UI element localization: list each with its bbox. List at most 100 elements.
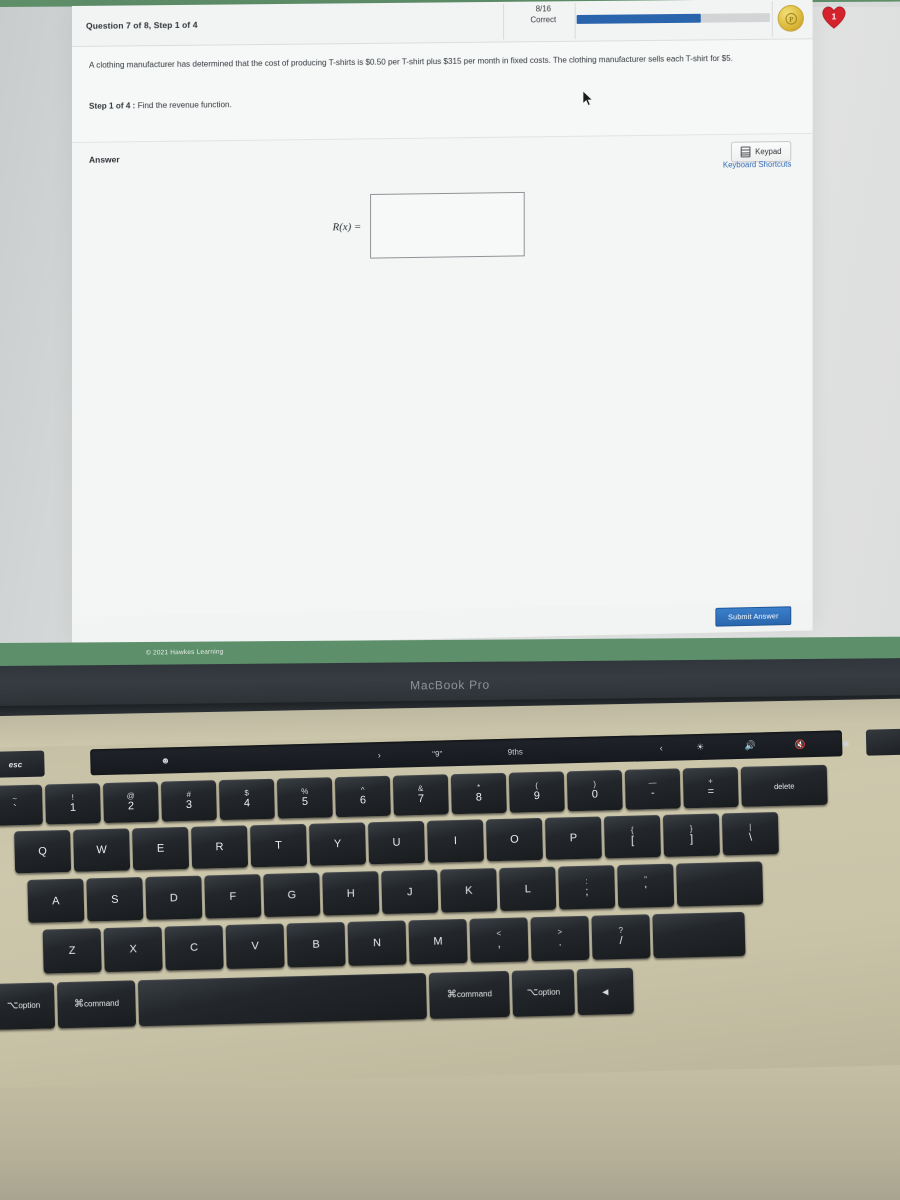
question-body: A clothing manufacturer has determined t… [72, 39, 813, 142]
header-divider-badges [771, 1, 773, 37]
key-x[interactable]: X [103, 926, 163, 973]
key-bracket-\[interactable]: | \ [721, 811, 779, 856]
key-l[interactable]: L [499, 866, 557, 912]
key-7[interactable]: & 7 [392, 774, 449, 816]
key-z[interactable]: Z [42, 928, 102, 974]
siri-icon[interactable]: ◉ [834, 730, 859, 757]
key-4[interactable]: $4 [218, 778, 275, 821]
key-command-right[interactable]: ⌘ command [428, 970, 510, 1019]
revenue-function-label: R(x) = [332, 220, 362, 233]
touch-id-button[interactable] [865, 728, 900, 756]
copyright-text: © 2021 Hawkes Learning [145, 648, 224, 657]
mute-icon[interactable]: 🔇 [788, 731, 813, 758]
progress-bar-fill [576, 13, 701, 24]
key-`[interactable]: ~ ` [0, 784, 43, 826]
key-9[interactable]: (9 [508, 771, 565, 813]
key-punct-;[interactable]: :; [558, 865, 616, 910]
key-punct-.[interactable]: >. [530, 915, 590, 962]
key-8[interactable]: * 8 [450, 772, 507, 815]
key-p[interactable]: P [544, 816, 602, 860]
header-divider-left [503, 3, 505, 40]
score-correct-label: Correct [530, 15, 557, 25]
mouse-cursor-icon [582, 90, 594, 106]
answer-input[interactable] [370, 191, 525, 259]
key--[interactable]: — - [624, 768, 681, 810]
key-i[interactable]: I [426, 819, 485, 863]
key-space[interactable] [137, 972, 427, 1027]
coin-badge-icon: P [777, 4, 804, 32]
key-a[interactable]: A [27, 878, 85, 923]
key-h[interactable]: H [322, 871, 380, 916]
lives-count: 1 [831, 10, 837, 21]
key-k[interactable]: K [440, 868, 498, 913]
key-n[interactable]: N [347, 920, 407, 966]
key-y[interactable]: Y [309, 822, 367, 866]
score-display: 8/16 Correct [513, 4, 574, 26]
key-b[interactable]: B [286, 921, 346, 968]
key-return[interactable] [676, 861, 764, 907]
key-j[interactable]: J [381, 869, 439, 915]
lives-badge: 1 [820, 3, 847, 30]
volume-icon[interactable]: 🔊 [738, 732, 763, 759]
key-w[interactable]: W [73, 828, 131, 872]
coin-glyph: P [784, 11, 798, 25]
key-e[interactable]: E [132, 826, 190, 871]
key-3[interactable]: #3 [160, 780, 217, 822]
key-=[interactable]: + = [682, 766, 739, 809]
key-o[interactable]: O [485, 817, 544, 862]
key-5[interactable]: % 5 [276, 777, 333, 819]
submit-answer-button[interactable]: Submit Answer [715, 606, 792, 627]
answer-label: Answer [88, 154, 120, 165]
key-u[interactable]: U [368, 820, 426, 865]
laptop-screen: Question 7 of 8, Step 1 of 4 8/16 Correc… [0, 0, 900, 668]
touchbar-suggestion-2[interactable]: 9ths [495, 738, 536, 765]
question-card: Question 7 of 8, Step 1 of 4 8/16 Correc… [72, 0, 813, 647]
key-t[interactable]: T [250, 823, 308, 868]
touchbar-suggestion-1[interactable]: "9" [420, 740, 455, 767]
key-punct-/[interactable]: ? / [591, 914, 651, 960]
keypad-icon [740, 146, 751, 158]
key-option-right[interactable]: ⌥ option [511, 969, 575, 1017]
question-progress-label: Question 7 of 8, Step 1 of 4 [85, 19, 198, 31]
key-r[interactable]: R [191, 825, 249, 869]
key-arrow-left[interactable]: ◀ [576, 967, 634, 1016]
key-1[interactable]: ! 1 [44, 783, 101, 825]
key-6[interactable]: ^ 6 [334, 775, 391, 818]
step-text: Find the revenue function. [137, 100, 232, 111]
key-d[interactable]: D [145, 875, 203, 920]
key-c[interactable]: C [164, 925, 224, 971]
touchbar-next-icon[interactable]: › [368, 742, 391, 769]
key-command-left[interactable]: ⌘ command [56, 980, 137, 1029]
key-bracket-][interactable]: }] [662, 813, 720, 857]
key-shift-right[interactable] [652, 911, 746, 959]
keyboard: esc ☻ › "9" 9ths ‹ ☀ 🔊 🔇 ◉ ~ `! 1 @2 #3 $4% 5 ^… [0, 724, 900, 1088]
key-punct-'[interactable]: " ' [617, 863, 675, 909]
key-2[interactable]: @2 [102, 781, 159, 824]
key-bracket-[[interactable]: {[ [603, 814, 661, 859]
key-s[interactable]: S [86, 877, 144, 922]
progress-bar [576, 13, 770, 24]
key-m[interactable]: M [408, 918, 468, 965]
keypad-button-label: Keypad [755, 147, 782, 157]
question-text: A clothing manufacturer has determined t… [88, 53, 733, 70]
key-g[interactable]: G [263, 872, 321, 918]
emoji-icon[interactable]: ☻ [152, 747, 179, 774]
key-esc[interactable]: esc [0, 750, 45, 778]
svg-text:P: P [789, 15, 794, 23]
answer-input-row: R(x) = [332, 191, 525, 259]
key-option-left[interactable]: ⌥ option [0, 982, 56, 1030]
step-label: Step 1 of 4 : [88, 101, 136, 111]
key-q[interactable]: Q [14, 829, 72, 874]
keyboard-shortcuts-link[interactable]: Keyboard Shortcuts [723, 160, 791, 170]
touchbar-prev-icon[interactable]: ‹ [650, 735, 673, 762]
question-step: Step 1 of 4 : Find the revenue function. [89, 100, 232, 111]
key-0[interactable]: ) 0 [566, 769, 623, 812]
header-divider-right [574, 3, 576, 39]
key-punct-,[interactable]: <, [469, 917, 529, 963]
key-f[interactable]: F [204, 874, 262, 919]
key-v[interactable]: V [225, 923, 285, 969]
score-fraction: 8/16 [535, 4, 551, 14]
key-delete[interactable]: delete [740, 764, 828, 807]
answer-section: Answer Keypad Keyboard Shortcuts R(x) = [72, 132, 813, 619]
brightness-icon[interactable]: ☀ [688, 734, 713, 761]
